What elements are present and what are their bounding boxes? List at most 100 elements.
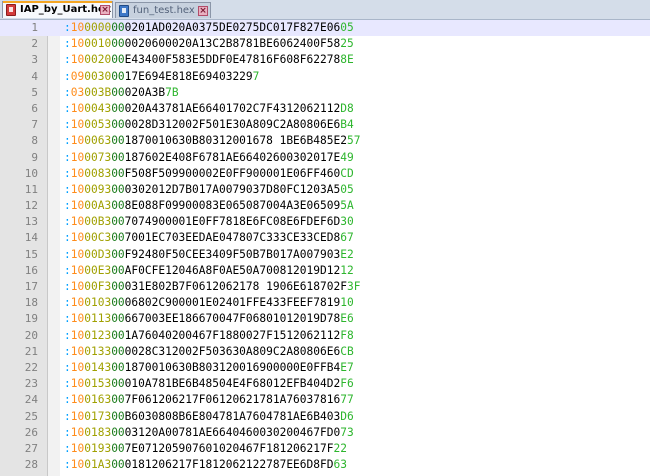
line-number: 13: [24, 215, 38, 229]
code-line[interactable]: 24:100163007F061206217F06120621781A76037…: [0, 392, 650, 408]
hex-record: :10011300667003EE186670047F06801012019D7…: [64, 311, 354, 327]
line-number: 28: [24, 458, 38, 472]
line-number: 11: [24, 182, 38, 196]
record-colon: :: [64, 280, 71, 293]
tab-iap-by-uart[interactable]: IAP_by_Uart.hex ×: [2, 1, 113, 18]
byte-count: 10: [70, 328, 85, 342]
code-line[interactable]: 13:1000B3007074900001E0FF7818E6FC08E6FDE…: [0, 214, 650, 230]
record-address: 0010: [84, 37, 112, 51]
line-number: 14: [24, 231, 38, 245]
line-number: 5: [31, 85, 38, 99]
code-line[interactable]: 15:1000D300F92480F50CEE3409F50B7B017A007…: [0, 247, 650, 263]
record-data: 0181206217F1812062122787EE6D8FD: [124, 458, 334, 472]
record-checksum: 49: [340, 150, 354, 164]
hex-record: :100053000028D312002F501E30A809C2A80806E…: [64, 117, 354, 133]
code-line[interactable]: 25:10017300B6030808B6E804781A7604781AE6B…: [0, 409, 650, 425]
record-address: 00E3: [84, 263, 112, 277]
record-checksum: 57: [346, 134, 361, 148]
record-data: 06802C900001E02401FFE433FEEF7819: [124, 296, 341, 310]
close-icon[interactable]: ×: [100, 5, 110, 15]
byte-count: 10: [70, 296, 85, 310]
code-line[interactable]: 8:100063001870010630B80312001678 1BE6B48…: [0, 133, 650, 149]
record-colon: :: [64, 215, 71, 229]
record-colon: :: [64, 85, 71, 99]
code-line[interactable]: 3:10002000E43400F583E5DDF0E47816F608F622…: [0, 52, 650, 68]
record-type: 00: [111, 441, 125, 455]
record-type: 00: [111, 118, 125, 132]
record-data: 17E694E818E69403229: [124, 69, 253, 83]
hex-record: :03003B00020A3B7B: [64, 85, 179, 101]
code-line[interactable]: 10:10008300F508F509900002E0FF900001E06FF…: [0, 166, 650, 182]
code-line[interactable]: 11:100093000302012D7B017A0079037D80FC120…: [0, 182, 650, 198]
record-checksum: 73: [340, 425, 354, 439]
code-line[interactable]: 9:10007300187602E408F6781AE6640260030201…: [0, 150, 650, 166]
line-number: 26: [24, 425, 38, 439]
record-data: 0201AD020A0375DE0275DC017F827E06: [124, 21, 341, 34]
record-checksum: 7: [252, 69, 260, 83]
code-line[interactable]: 21:100133000028C312002F503630A809C2A8080…: [0, 344, 650, 360]
record-checksum: B4: [340, 118, 354, 132]
code-line[interactable]: 19:10011300667003EE186670047F06801012019…: [0, 311, 650, 327]
tab-fun-test[interactable]: fun_test.hex ×: [115, 2, 211, 18]
record-colon: :: [64, 296, 71, 310]
record-colon: :: [64, 247, 71, 261]
hex-record: :1001A3000181206217F1812062122787EE6D8FD…: [64, 457, 347, 473]
record-checksum: F8: [340, 328, 354, 342]
record-checksum: F6: [340, 377, 354, 391]
line-number: 6: [31, 101, 38, 115]
code-line[interactable]: 20:100123001A76040200467F1880027F1512062…: [0, 328, 650, 344]
record-colon: :: [64, 409, 71, 423]
code-line[interactable]: 22:100143001870010630B803120016900000E0F…: [0, 360, 650, 376]
record-data: 0028D312002F501E30A809C2A80806E6: [124, 118, 341, 132]
code-line[interactable]: 4:0900300017E694E818E694032297: [0, 69, 650, 85]
record-address: 00C3: [84, 231, 112, 245]
code-line[interactable]: 18:1001030006802C900001E02401FFE433FEEF7…: [0, 295, 650, 311]
file-icon: [6, 4, 16, 16]
line-number: 8: [31, 134, 38, 148]
record-type: 00: [111, 231, 125, 245]
line-number: 18: [24, 296, 38, 310]
code-line[interactable]: 2:100010000020600020A13C2B8781BE6062400F…: [0, 36, 650, 52]
record-address: 0183: [84, 425, 112, 439]
record-data: 0302012D7B017A0079037D80FC1203A5: [124, 182, 341, 196]
record-address: 01A3: [84, 458, 112, 472]
record-data: 667003EE186670047F06801012019D78: [124, 312, 341, 326]
hex-record: :100133000028C312002F503630A809C2A80806E…: [64, 344, 354, 360]
code-line[interactable]: 14:1000C3007001EC703EEDAE047807C333CE33C…: [0, 230, 650, 246]
code-line[interactable]: 17:1000F300031E802B7F0612062178 1906E618…: [0, 279, 650, 295]
byte-count: 10: [70, 360, 85, 374]
text-editor[interactable]: 1:100000000201AD020A0375DE0275DC017F827E…: [0, 20, 650, 476]
code-line[interactable]: 12:1000A3008E088F09900083E065087004A3E06…: [0, 198, 650, 214]
record-type: 00: [111, 263, 125, 277]
record-checksum: 10: [340, 296, 354, 310]
code-line[interactable]: 23:10015300010A781BE6B48504E4F68012EFB40…: [0, 376, 650, 392]
record-data: 1870010630B803120016900000E0FFB4: [124, 360, 341, 374]
record-type: 00: [111, 166, 125, 180]
code-line[interactable]: 26:1001830003120A00781AE6640460030200467…: [0, 425, 650, 441]
record-type: 00: [111, 360, 125, 374]
byte-count: 10: [70, 166, 85, 180]
code-line[interactable]: 16:1000E300AF0CFE12046A8F0AE50A700812019…: [0, 263, 650, 279]
code-line[interactable]: 1:100000000201AD020A0375DE0275DC017F827E…: [0, 20, 650, 37]
record-data: 7074900001E0FF7818E6FC08E6FDEF6D: [124, 215, 341, 229]
record-colon: :: [64, 360, 71, 374]
record-colon: :: [64, 393, 71, 407]
record-colon: :: [64, 458, 71, 472]
hex-record: :10004300020A43781AE66401702C7F431206211…: [64, 101, 354, 117]
record-type: 00: [111, 21, 125, 34]
record-address: 00B3: [84, 215, 112, 229]
code-line[interactable]: 28 :1001A3000181206217F1812062122787EE6D8…: [0, 457, 650, 473]
byte-count: 10: [70, 312, 85, 326]
line-number: 23: [24, 377, 38, 391]
close-icon[interactable]: ×: [198, 6, 208, 16]
line-number: 9: [31, 150, 38, 164]
code-line[interactable]: 6 :10004300020A43781AE66401702C7F43120621…: [0, 101, 650, 117]
code-line[interactable]: 5 :03003B00020A3B7B: [0, 85, 650, 101]
record-type: 00: [111, 377, 125, 391]
record-data: 1A76040200467F1880027F1512062112: [124, 328, 341, 342]
code-line[interactable]: 7:100053000028D312002F501E30A809C2A80806…: [0, 117, 650, 133]
code-line[interactable]: 27:100193007E071205907601020467F18120621…: [0, 441, 650, 457]
record-colon: :: [64, 37, 71, 51]
record-address: 0173: [84, 409, 112, 423]
record-address: 0083: [84, 166, 112, 180]
